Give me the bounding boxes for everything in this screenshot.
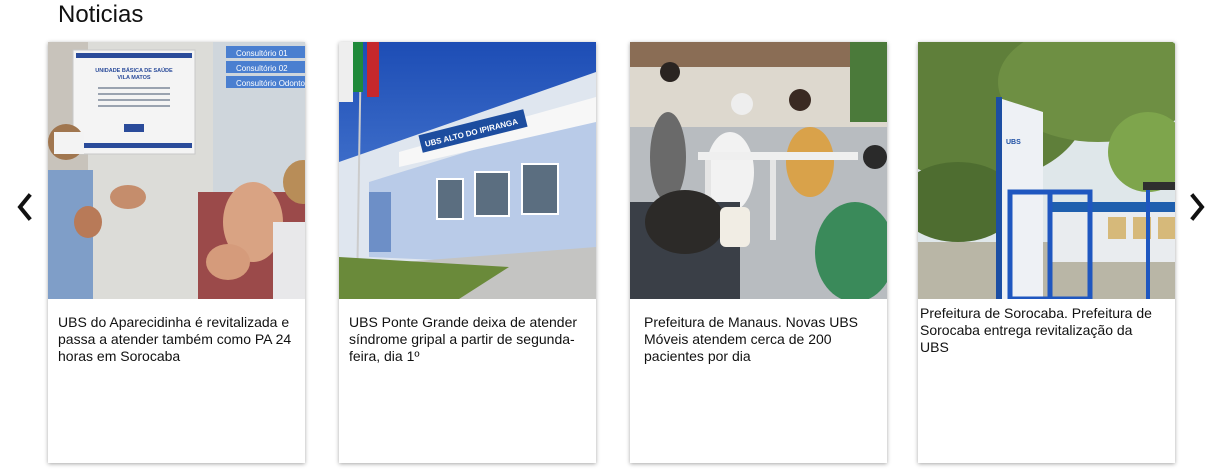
sign-subtitle: VILA MATOS: [117, 75, 151, 81]
section-title: Noticias: [58, 1, 144, 28]
news-image-1[interactable]: UNIDADE BÁSICA DE SAÚDE VILA MATOS Consu…: [48, 42, 305, 299]
news-card-3[interactable]: Prefeitura de Manaus. Novas UBS Móveis a…: [630, 42, 887, 463]
news-title-4[interactable]: Prefeitura de Sorocaba. Prefeitura de So…: [920, 305, 1165, 356]
door-label-2: Consultório 02: [236, 64, 288, 73]
chevron-right-icon: [1190, 193, 1205, 221]
news-title-2[interactable]: UBS Ponte Grande deixa de atender síndro…: [349, 314, 586, 365]
door-label-3: Consultório Odontol: [236, 79, 305, 88]
carousel-prev-button[interactable]: [13, 190, 35, 224]
news-image-2[interactable]: UBS ALTO DO IPIRANGA: [339, 42, 596, 299]
news-title-1[interactable]: UBS do Aparecidinha é revitalizada e pas…: [58, 314, 295, 365]
news-card-4[interactable]: UBS Prefeitura de Sorocaba. Prefeitura d…: [918, 42, 1175, 463]
chevron-left-icon: [17, 193, 32, 221]
news-image-4[interactable]: UBS: [918, 42, 1175, 299]
door-label-1: Consultório 01: [236, 49, 288, 58]
news-title-3[interactable]: Prefeitura de Manaus. Novas UBS Móveis a…: [644, 314, 877, 365]
news-image-3[interactable]: [630, 42, 887, 299]
totem-sign: UBS: [1006, 139, 1021, 146]
sign-title: UNIDADE BÁSICA DE SAÚDE: [95, 67, 173, 74]
news-card-1[interactable]: UNIDADE BÁSICA DE SAÚDE VILA MATOS Consu…: [48, 42, 305, 463]
carousel-next-button[interactable]: [1187, 190, 1209, 224]
news-card-2[interactable]: UBS ALTO DO IPIRANGA UBS Ponte Grande de…: [339, 42, 596, 463]
